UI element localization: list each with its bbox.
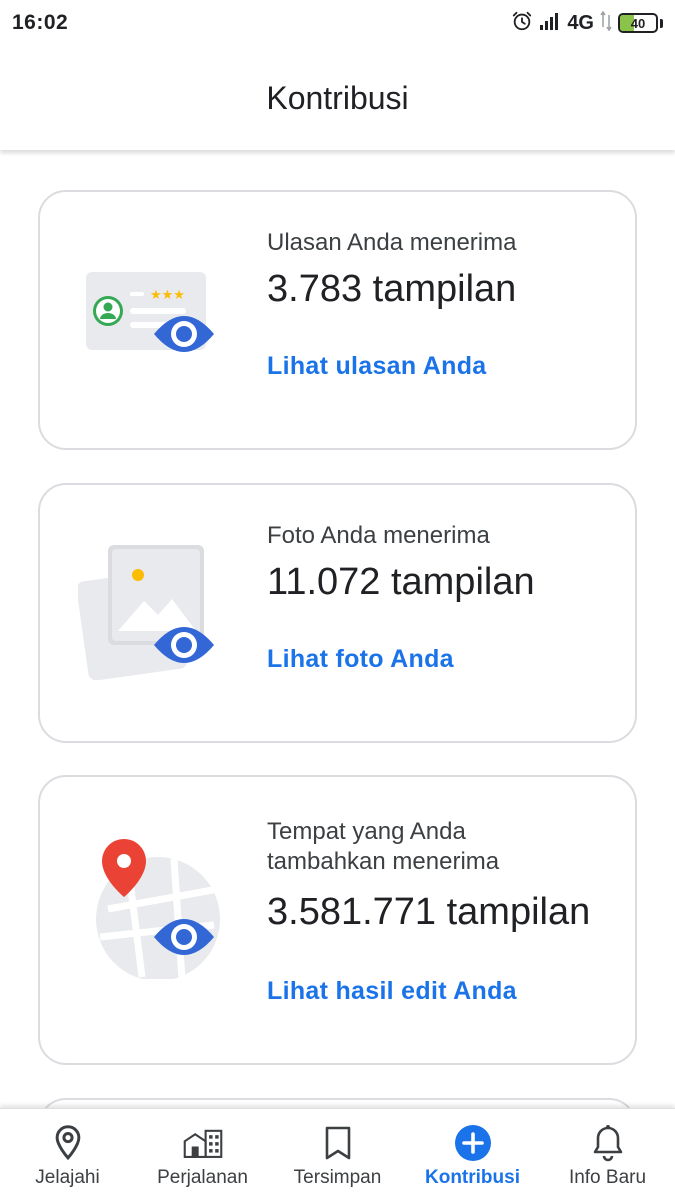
app-bar: Kontribusi [0, 46, 675, 150]
contributions-list[interactable]: ★★★ Ulasan Anda menerima 3.783 tampilan … [0, 150, 675, 1110]
status-bar: 16:02 4G 40 [0, 0, 675, 46]
photos-views-count: 11.072 tampilan [267, 561, 535, 603]
alarm-icon [511, 10, 533, 37]
view-reviews-link[interactable]: Lihat ulasan Anda [267, 352, 486, 381]
status-icons: 4G 40 [511, 10, 663, 37]
nav-explore-label: Jelajahi [35, 1167, 100, 1188]
reviews-label: Ulasan Anda menerima [267, 229, 517, 256]
data-arrows-icon [600, 10, 612, 36]
map-eye-icon [78, 829, 228, 981]
view-photos-link[interactable]: Lihat foto Anda [267, 645, 454, 674]
nav-contribute-label: Kontribusi [425, 1167, 520, 1188]
nav-commute-label: Perjalanan [157, 1167, 248, 1188]
reviews-card-body: Ulasan Anda menerima 3.783 tampilan Liha… [267, 228, 615, 381]
photos-card[interactable]: Foto Anda menerima 11.072 tampilan Lihat… [38, 483, 637, 743]
view-edits-link[interactable]: Lihat hasil edit Anda [267, 977, 517, 1006]
nav-commute[interactable]: Perjalanan [135, 1109, 270, 1200]
page-title: Kontribusi [266, 79, 409, 116]
places-card-body: Tempat yang Anda tambahkan menerima 3.58… [267, 817, 615, 1006]
nav-contribute[interactable]: Kontribusi [405, 1109, 540, 1200]
bottom-navigation: Jelajahi Perjalanan Tersimpan Kontribusi… [0, 1108, 675, 1200]
network-type: 4G [567, 11, 594, 34]
bookmark-icon [318, 1123, 358, 1163]
nav-saved-label: Tersimpan [293, 1167, 382, 1188]
bell-icon [588, 1123, 628, 1163]
battery-icon: 40 [618, 13, 658, 33]
photos-card-body: Foto Anda menerima 11.072 tampilan Lihat… [267, 521, 615, 674]
status-time: 16:02 [12, 11, 69, 34]
svg-text:★★★: ★★★ [150, 288, 185, 303]
places-card[interactable]: Tempat yang Anda tambahkan menerima 3.58… [38, 775, 637, 1065]
add-circle-icon [453, 1123, 493, 1163]
reviews-card[interactable]: ★★★ Ulasan Anda menerima 3.783 tampilan … [38, 190, 637, 450]
battery-level: 40 [630, 15, 646, 31]
location-pin-icon [48, 1123, 88, 1163]
battery-tip [660, 18, 663, 28]
city-buildings-icon [183, 1123, 223, 1163]
signal-icon [539, 11, 561, 36]
photos-label: Foto Anda menerima [267, 522, 490, 549]
review-eye-icon: ★★★ [78, 252, 218, 402]
reviews-views-count: 3.783 tampilan [267, 268, 517, 310]
nav-updates-label: Info Baru [568, 1167, 647, 1188]
nav-explore[interactable]: Jelajahi [0, 1109, 135, 1200]
nav-updates[interactable]: Info Baru [540, 1109, 675, 1200]
nav-saved[interactable]: Tersimpan [270, 1109, 405, 1200]
screen: 16:02 4G 40 Kontribusi ★★★ Ulasan Anda m… [0, 0, 675, 1200]
places-label: Tempat yang Anda tambahkan menerima [267, 818, 500, 875]
photo-eye-icon [76, 545, 218, 695]
places-views-count: 3.581.771 tampilan [267, 891, 591, 933]
